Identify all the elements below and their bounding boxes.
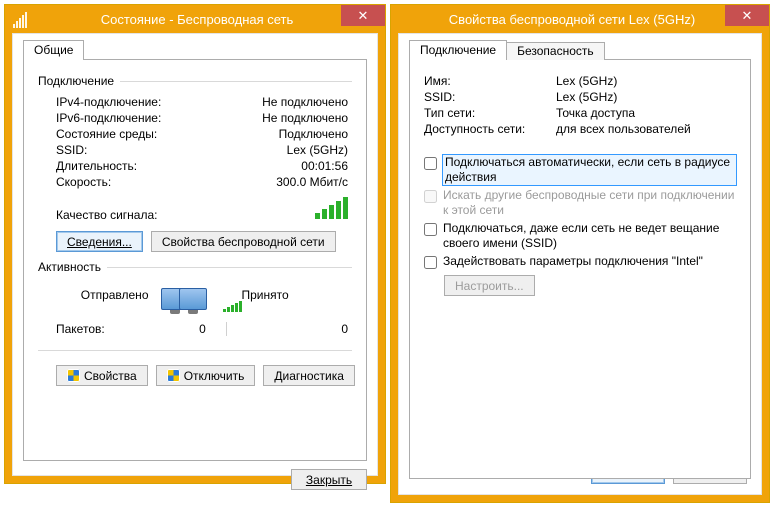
availability-label: Доступность сети: bbox=[424, 122, 544, 136]
duration-value: 00:01:56 bbox=[301, 159, 348, 173]
close-button[interactable]: ✕ bbox=[341, 5, 385, 26]
media-label: Состояние среды: bbox=[56, 127, 157, 141]
tab-panel-connection: Имя: Lex (5GHz) SSID: Lex (5GHz) Тип сети:… bbox=[409, 59, 751, 479]
titlebar[interactable]: Свойства беспроводной сети Lex (5GHz) ✕ bbox=[391, 5, 769, 33]
auto-connect-checkbox[interactable] bbox=[424, 157, 437, 170]
configure-button: Настроить... bbox=[444, 275, 535, 296]
name-value: Lex (5GHz) bbox=[556, 74, 617, 88]
titlebar[interactable]: Состояние - Беспроводная сеть ✕ bbox=[5, 5, 385, 33]
connect-hidden-row: Подключаться, даже если сеть не ведет ве… bbox=[424, 221, 736, 251]
divider bbox=[107, 267, 352, 268]
signal-label: Качество сигнала: bbox=[56, 208, 157, 222]
ssid-value: Lex (5GHz) bbox=[287, 143, 348, 157]
search-other-checkbox bbox=[424, 190, 437, 203]
close-icon: ✕ bbox=[358, 8, 369, 24]
disable-button[interactable]: Отключить bbox=[156, 365, 256, 386]
ssid-value: Lex (5GHz) bbox=[556, 90, 617, 104]
properties-button[interactable]: Свойства bbox=[56, 365, 148, 386]
duration-label: Длительность: bbox=[56, 159, 137, 173]
packets-recv-value: 0 bbox=[247, 322, 348, 336]
ipv6-label: IPv6-подключение: bbox=[56, 111, 161, 125]
speed-value: 300.0 Мбит/с bbox=[276, 175, 348, 189]
auto-connect-label[interactable]: Подключаться автоматически, если сеть в … bbox=[443, 155, 736, 185]
name-label: Имя: bbox=[424, 74, 544, 88]
window-title: Состояние - Беспроводная сеть bbox=[31, 12, 385, 27]
shield-icon bbox=[67, 369, 80, 382]
signal-strength-icon bbox=[315, 195, 348, 222]
intel-params-row: Задействовать параметры подключения "Int… bbox=[424, 254, 736, 269]
connect-hidden-checkbox[interactable] bbox=[424, 223, 437, 236]
tab-panel-general: Подключение IPv4-подключение: Не подключе… bbox=[23, 59, 367, 461]
ipv4-value: Не подключено bbox=[262, 95, 348, 109]
search-other-row: Искать другие беспроводные сети при подк… bbox=[424, 188, 736, 218]
intel-params-label[interactable]: Задействовать параметры подключения "Int… bbox=[443, 254, 703, 269]
packets-sent-value: 0 bbox=[105, 322, 206, 336]
tab-security[interactable]: Безопасность bbox=[506, 42, 605, 60]
media-value: Подключено bbox=[279, 127, 348, 141]
wifi-icon bbox=[13, 10, 31, 28]
tab-connection[interactable]: Подключение bbox=[409, 40, 507, 60]
ipv6-value: Не подключено bbox=[262, 111, 348, 125]
wireless-properties-button[interactable]: Свойства беспроводной сети bbox=[151, 231, 336, 252]
tab-general[interactable]: Общие bbox=[23, 40, 84, 60]
section-activity-label: Активность bbox=[38, 260, 101, 274]
connect-hidden-label[interactable]: Подключаться, даже если сеть не ведет ве… bbox=[443, 221, 736, 251]
details-button[interactable]: Сведения... bbox=[56, 231, 143, 252]
divider bbox=[120, 81, 352, 82]
close-dialog-button[interactable]: Закрыть bbox=[291, 469, 367, 490]
close-button[interactable]: ✕ bbox=[725, 5, 769, 26]
ssid-label: SSID: bbox=[56, 143, 87, 157]
status-window: Состояние - Беспроводная сеть ✕ Общие По… bbox=[4, 4, 386, 484]
activity-icon bbox=[149, 280, 219, 310]
divider bbox=[226, 322, 227, 336]
section-connection-label: Подключение bbox=[38, 74, 114, 88]
packets-label: Пакетов: bbox=[56, 322, 105, 336]
auto-connect-row: Подключаться автоматически, если сеть в … bbox=[424, 155, 736, 185]
ssid-label: SSID: bbox=[424, 90, 544, 104]
nettype-label: Тип сети: bbox=[424, 106, 544, 120]
wireless-properties-window: Свойства беспроводной сети Lex (5GHz) ✕ … bbox=[390, 4, 770, 503]
availability-value: для всех пользователей bbox=[556, 122, 691, 136]
received-label: Принято bbox=[242, 288, 335, 302]
mini-signal-icon bbox=[223, 301, 242, 312]
close-icon: ✕ bbox=[742, 8, 753, 24]
diagnose-button[interactable]: Диагностика bbox=[263, 365, 355, 386]
window-title: Свойства беспроводной сети Lex (5GHz) bbox=[391, 12, 769, 27]
sent-label: Отправлено bbox=[56, 288, 149, 302]
shield-icon bbox=[167, 369, 180, 382]
divider bbox=[38, 350, 352, 351]
intel-params-checkbox[interactable] bbox=[424, 256, 437, 269]
speed-label: Скорость: bbox=[56, 175, 111, 189]
nettype-value: Точка доступа bbox=[556, 106, 635, 120]
ipv4-label: IPv4-подключение: bbox=[56, 95, 161, 109]
search-other-label: Искать другие беспроводные сети при подк… bbox=[443, 188, 736, 218]
